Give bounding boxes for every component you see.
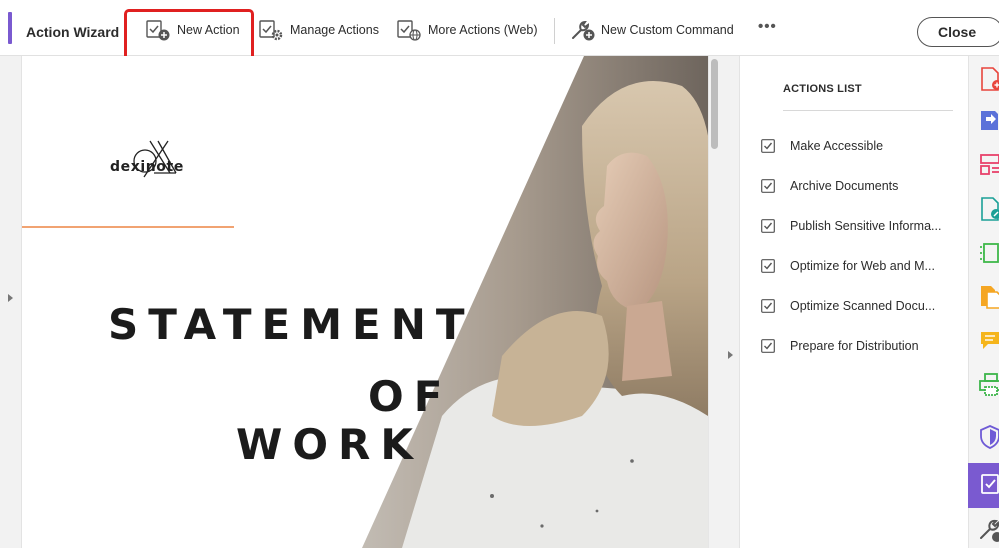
more-options-button[interactable]: ••• <box>758 18 777 35</box>
action-checklist-icon <box>761 219 775 233</box>
wrench-plus-icon <box>570 20 596 41</box>
manage-actions-button[interactable]: Manage Actions <box>259 16 379 44</box>
more-actions-web-button[interactable]: More Actions (Web) <box>397 16 538 44</box>
document-page: dexinote STATEMENT OF WORK <box>22 56 708 548</box>
action-item-label: Make Accessible <box>790 139 884 153</box>
export-pdf-icon[interactable] <box>978 108 999 134</box>
edit-pdf-icon[interactable] <box>978 196 999 222</box>
action-item-label: Optimize Scanned Docu... <box>790 299 936 313</box>
create-pdf-icon[interactable] <box>978 66 999 92</box>
scrollbar-thumb[interactable] <box>711 59 718 149</box>
expand-left-caret-icon[interactable] <box>8 294 13 302</box>
action-item-optimize-web[interactable]: Optimize for Web and M... <box>761 256 966 276</box>
heading-line-2: OF <box>368 372 453 421</box>
new-custom-command-label: New Custom Command <box>601 23 734 37</box>
action-item-archive-documents[interactable]: Archive Documents <box>761 176 966 196</box>
action-checklist-icon <box>761 259 775 273</box>
new-action-icon <box>146 20 172 41</box>
actions-list-title: ACTIONS LIST <box>783 83 862 95</box>
logo-text: dexinote <box>110 159 184 175</box>
action-item-label: Optimize for Web and M... <box>790 259 935 273</box>
new-custom-command-button[interactable]: New Custom Command <box>570 16 734 44</box>
action-item-label: Prepare for Distribution <box>790 339 919 353</box>
more-tools-icon[interactable] <box>978 518 999 544</box>
orange-divider <box>22 226 234 228</box>
actions-list-divider <box>783 110 953 111</box>
manage-actions-label: Manage Actions <box>290 23 379 37</box>
panel-collapse-toggle[interactable] <box>722 56 740 548</box>
collapse-panel-caret-icon[interactable] <box>728 351 733 359</box>
action-wizard-toolbar: Action Wizard New Action Manage Actions <box>0 0 999 56</box>
toolbar-title: Action Wizard <box>26 24 120 40</box>
action-checklist-icon <box>761 339 775 353</box>
organize-pages-icon[interactable] <box>978 152 999 178</box>
close-button[interactable]: Close <box>917 17 999 47</box>
action-checklist-icon <box>761 299 775 313</box>
action-item-make-accessible[interactable]: Make Accessible <box>761 136 966 156</box>
new-action-label: New Action <box>177 23 240 37</box>
action-item-optimize-scanned[interactable]: Optimize Scanned Docu... <box>761 296 966 316</box>
heading-line-1: STATEMENT <box>108 300 475 349</box>
more-actions-web-label: More Actions (Web) <box>428 23 538 37</box>
toolbar-accent-bar <box>8 12 12 44</box>
actions-list-panel: ACTIONS LIST Make Accessible Archive Doc… <box>741 56 968 548</box>
comment-icon[interactable] <box>978 328 999 354</box>
action-wizard-icon[interactable] <box>978 472 999 498</box>
combine-files-icon[interactable] <box>978 284 999 310</box>
new-action-button[interactable]: New Action <box>146 16 240 44</box>
toolbar-separator <box>554 18 555 44</box>
action-checklist-icon <box>761 139 775 153</box>
action-item-label: Publish Sensitive Informa... <box>790 219 942 233</box>
print-production-icon[interactable] <box>978 372 999 398</box>
action-item-prepare-distribution[interactable]: Prepare for Distribution <box>761 336 966 356</box>
action-checklist-icon <box>761 179 775 193</box>
protect-icon[interactable] <box>978 424 999 450</box>
action-item-publish-sensitive[interactable]: Publish Sensitive Informa... <box>761 216 966 236</box>
compress-pdf-icon[interactable] <box>978 240 999 266</box>
heading-line-3: WORK <box>236 420 423 469</box>
left-panel-toggle[interactable] <box>0 56 22 548</box>
manage-actions-icon <box>259 20 285 41</box>
action-item-label: Archive Documents <box>790 179 899 193</box>
more-actions-web-icon <box>397 20 423 41</box>
